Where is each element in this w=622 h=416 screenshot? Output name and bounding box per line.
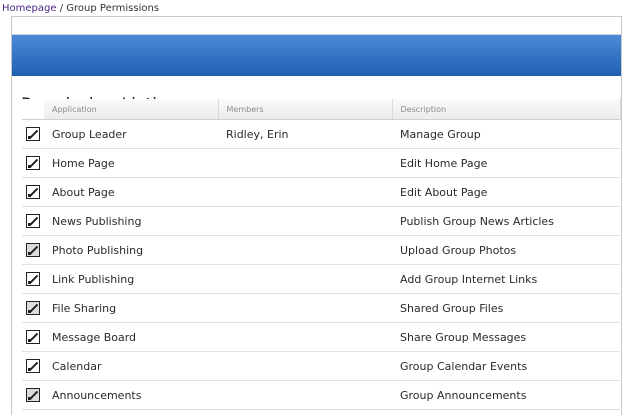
cell-application: Home Page [44,148,218,178]
cell-application: Group Leader [44,119,218,149]
table-row: Group Leader Ridley, Erin Manage Group [22,119,620,149]
edit-cell [22,235,44,265]
cell-description: Share Group Messages [392,322,620,352]
cell-description: Manage Group [392,119,620,149]
edit-cell [22,322,44,352]
cell-application: Link Publishing [44,264,218,294]
permissions-table-body: Group Leader Ridley, Erin Manage Group Home… [22,119,620,410]
breadcrumb-home-link[interactable]: Homepage [2,3,57,14]
edit-cell [22,264,44,294]
edit-icon[interactable] [26,156,40,170]
cell-application: Photo Publishing [44,235,218,265]
cell-members [218,148,392,178]
edit-icon[interactable] [26,243,40,257]
table-row: Message Board Share Group Messages [22,322,620,352]
cell-description: Add Group Internet Links [392,264,620,294]
breadcrumb: Homepage / Group Permissions [2,2,159,15]
header-bar [12,35,621,76]
frame-top-strip [12,17,621,35]
cell-description: Shared Group Files [392,293,620,323]
edit-cell [22,177,44,207]
breadcrumb-current: Group Permissions [66,3,160,14]
edit-cell [22,148,44,178]
icon-column-header [22,99,44,120]
column-header-members[interactable]: Members [218,99,393,120]
edit-cell [22,293,44,323]
table-row: Home Page Edit Home Page [22,148,620,178]
cell-members [218,264,392,294]
table-row: Photo Publishing Upload Group Photos [22,235,620,265]
cell-application: Announcements [44,380,218,410]
cell-application: Message Board [44,322,218,352]
permissions-table: Application Members Description Group Le… [22,99,621,410]
edit-cell [22,206,44,236]
table-row: Link Publishing Add Group Internet Links [22,264,620,294]
edit-icon[interactable] [26,301,40,315]
table-row: About Page Edit About Page [22,177,620,207]
cell-application: News Publishing [44,206,218,236]
edit-icon[interactable] [26,127,40,141]
edit-icon[interactable] [26,359,40,373]
edit-icon[interactable] [26,272,40,286]
cell-application: Calendar [44,351,218,381]
edit-cell [22,380,44,410]
cell-description: Upload Group Photos [392,235,620,265]
cell-members [218,293,392,323]
cell-description: Group Announcements [392,380,620,410]
cell-application: About Page [44,177,218,207]
table-row: Announcements Group Announcements [22,380,620,410]
column-header-description[interactable]: Description [392,99,621,120]
edit-icon[interactable] [26,214,40,228]
edit-icon[interactable] [26,388,40,402]
table-header-row: Application Members Description [22,99,621,120]
column-header-application[interactable]: Application [44,99,219,120]
cell-members [218,380,392,410]
cell-application: File Sharing [44,293,218,323]
cell-description: Group Calendar Events [392,351,620,381]
breadcrumb-separator: / [59,3,64,14]
edit-cell [22,351,44,381]
cell-members [218,235,392,265]
edit-cell [22,119,44,149]
edit-icon[interactable] [26,330,40,344]
cell-members [218,206,392,236]
table-row: Calendar Group Calendar Events [22,351,620,381]
table-row: File Sharing Shared Group Files [22,293,620,323]
edit-icon[interactable] [26,185,40,199]
cell-members: Ridley, Erin [218,119,392,149]
cell-description: Edit Home Page [392,148,620,178]
cell-members [218,351,392,381]
cell-description: Edit About Page [392,177,620,207]
cell-description: Publish Group News Articles [392,206,620,236]
cell-members [218,322,392,352]
table-row: News Publishing Publish Group News Articl… [22,206,620,236]
cell-members [218,177,392,207]
